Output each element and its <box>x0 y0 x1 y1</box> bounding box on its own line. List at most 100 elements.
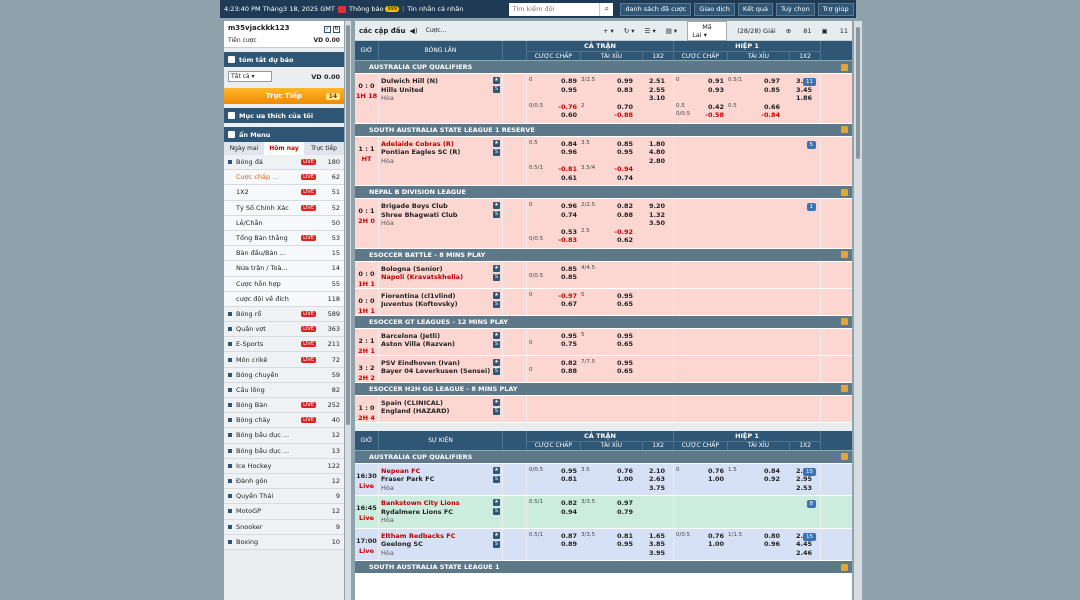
odds-value[interactable]: 2.10 <box>633 467 665 476</box>
odds-value[interactable]: 0.83 <box>603 86 633 95</box>
odds-value[interactable]: 0.74 <box>553 211 577 220</box>
topbar-button[interactable]: Giao dịch <box>694 2 735 16</box>
stats-icon[interactable]: S <box>493 367 500 375</box>
star-icon[interactable]: ★ <box>493 358 500 366</box>
league-count[interactable]: (28/28) Giải <box>737 27 776 35</box>
tab-today[interactable]: Hôm nay <box>264 142 304 155</box>
odds-value[interactable]: -0.81 <box>553 165 577 174</box>
more-markets-button[interactable]: 15 <box>803 532 816 541</box>
odds-value[interactable]: 0.85 <box>553 265 577 274</box>
more-markets-button[interactable]: 1 <box>806 203 816 211</box>
sport-item[interactable]: Cầu lông 82 <box>224 382 344 398</box>
odds-value[interactable]: 2.53 <box>780 484 812 493</box>
odds-value[interactable]: 0.95 <box>553 332 577 341</box>
scrollbar-thumb[interactable] <box>856 27 860 159</box>
odds-value[interactable]: 0.92 <box>750 475 780 484</box>
odds-value[interactable]: 0.76 <box>700 532 724 541</box>
odds-value[interactable]: 0.62 <box>603 236 633 245</box>
odds-value[interactable]: 0.82 <box>553 359 577 368</box>
odds-value[interactable]: 1.00 <box>603 475 633 484</box>
odds-value[interactable]: 3.75 <box>633 484 665 493</box>
odds-value[interactable]: 0.80 <box>750 532 780 541</box>
league-header[interactable]: ESOCCER GT LEAGUES - 12 MINS PLAY <box>355 315 852 329</box>
odds-value[interactable]: 1.86 <box>780 94 812 103</box>
away-team[interactable]: Rydalmere Lions FC <box>381 508 500 517</box>
odds-value[interactable]: 0.95 <box>603 540 633 549</box>
menu-header[interactable]: ẩn Menu <box>224 127 344 142</box>
sort-icon[interactable]: ☰ ▾ <box>645 27 656 35</box>
sport-item[interactable]: Đánh gôn 12 <box>224 473 344 490</box>
star-icon[interactable]: ★ <box>493 202 500 209</box>
odds-value[interactable]: -0.83 <box>553 236 577 245</box>
sport-item[interactable]: 1X2 LIVE 51 <box>224 185 344 201</box>
sport-item[interactable]: Lẻ/Chẵn 50 <box>224 215 344 231</box>
odds-value[interactable]: 0.76 <box>700 467 724 476</box>
odds-value[interactable]: 0.70 <box>603 103 633 112</box>
odds-value[interactable]: 0.96 <box>553 148 577 157</box>
odds-value[interactable]: 4.45 <box>780 540 812 549</box>
odds-value[interactable]: 0.97 <box>750 77 780 86</box>
tab-tomorrow[interactable]: Ngày mai <box>224 142 264 155</box>
away-team[interactable]: Pontian Eagles SC (R) <box>381 148 500 157</box>
stats-icon[interactable]: S <box>493 148 500 156</box>
tab-live[interactable]: Trực tiếp <box>304 142 344 155</box>
sport-item[interactable]: Quần vợt LIVE 363 <box>224 322 344 338</box>
away-team[interactable]: Aston Villa (Razvan) <box>381 340 500 349</box>
home-team[interactable]: Fiorentina (cl1vlind) <box>381 292 500 301</box>
odds-value[interactable]: -0.76 <box>553 103 577 112</box>
away-team[interactable]: Hills United <box>381 86 500 95</box>
sport-item[interactable]: Tổng Bàn thắng LIVE 53 <box>224 230 344 247</box>
league-header[interactable]: SOUTH AUSTRALIA STATE LEAGUE 1 <box>355 561 852 574</box>
topbar-button[interactable]: Trợ giúp <box>817 2 854 16</box>
sport-item[interactable]: Nửa trận / Toà... 14 <box>224 261 344 277</box>
odds-value[interactable]: 0.74 <box>603 174 633 183</box>
sport-item[interactable]: Bóng rổ LIVE 589 <box>224 306 344 323</box>
summary-filter-select[interactable]: Tất cả ▾ <box>228 71 272 82</box>
home-team[interactable]: Spain (CLINICAL) <box>381 399 500 408</box>
add-icon[interactable]: + ▾ <box>603 27 614 35</box>
odds-value[interactable]: 1.00 <box>700 540 724 549</box>
stats-icon[interactable]: S <box>493 300 500 308</box>
odds-value[interactable]: 0.84 <box>553 140 577 149</box>
star-icon[interactable]: ★ <box>493 331 500 339</box>
odds-value[interactable]: 1.80 <box>633 140 665 149</box>
sport-item[interactable]: Bóng đá LIVE 180 <box>224 155 344 171</box>
odds-value[interactable]: 0.79 <box>603 508 633 517</box>
odds-value[interactable]: 0.82 <box>603 202 633 211</box>
topbar-button[interactable]: danh sách đã cược <box>620 2 692 16</box>
league-toggle-icon[interactable] <box>841 188 848 196</box>
odds-value[interactable]: 9.20 <box>633 202 665 211</box>
odds-value[interactable]: 0.96 <box>553 202 577 211</box>
odds-value[interactable]: 1.32 <box>633 211 665 220</box>
odds-value[interactable]: 0.76 <box>603 467 633 476</box>
league-toggle-icon[interactable] <box>841 126 848 133</box>
sport-item[interactable]: Bàn đầu/Bàn ... 15 <box>224 246 344 262</box>
odds-value[interactable]: 0.95 <box>603 359 633 368</box>
sport-item[interactable]: Bóng bầu dục ... 13 <box>224 443 344 459</box>
odds-value[interactable]: 0.89 <box>553 540 577 549</box>
odds-value[interactable]: -0.97 <box>553 292 577 301</box>
view-icon[interactable]: ▤ ▾ <box>666 27 677 35</box>
odds-value[interactable]: 0.88 <box>603 211 633 220</box>
home-team[interactable]: Eltham Redbacks FC <box>381 532 500 541</box>
home-team[interactable]: Brigade Boys Club <box>381 202 500 211</box>
odds-value[interactable]: 2.80 <box>633 157 665 166</box>
odds-value[interactable]: 0.95 <box>603 292 633 301</box>
sport-item[interactable]: MotoGP 12 <box>224 504 344 520</box>
market-select[interactable]: Mã Lai ▾ <box>687 21 728 41</box>
league-toggle-icon[interactable] <box>841 63 848 71</box>
odds-value[interactable]: 1.00 <box>700 475 724 484</box>
sport-item[interactable]: Bóng chuyền 59 <box>224 367 344 383</box>
sport-item[interactable]: Môn crikê LIVE 72 <box>224 352 344 368</box>
league-toggle-icon[interactable] <box>841 453 848 460</box>
league-toggle-icon[interactable] <box>841 563 848 571</box>
odds-value[interactable]: 0.89 <box>553 77 577 86</box>
odds-value[interactable]: 0.65 <box>603 367 633 376</box>
favorites-header[interactable]: Mục ưa thích của tôi <box>224 108 344 123</box>
league-header[interactable]: ESOCCER BATTLE - 8 MINS PLAY <box>355 248 852 262</box>
home-team[interactable]: Adelaide Cobras (R) <box>381 140 500 149</box>
sport-item[interactable]: Ice Hockey 122 <box>224 458 344 474</box>
main-scrollbar[interactable] <box>854 21 862 600</box>
star-icon[interactable]: ★ <box>493 77 500 84</box>
live-button[interactable]: Trực Tiếp 14 <box>224 88 344 104</box>
